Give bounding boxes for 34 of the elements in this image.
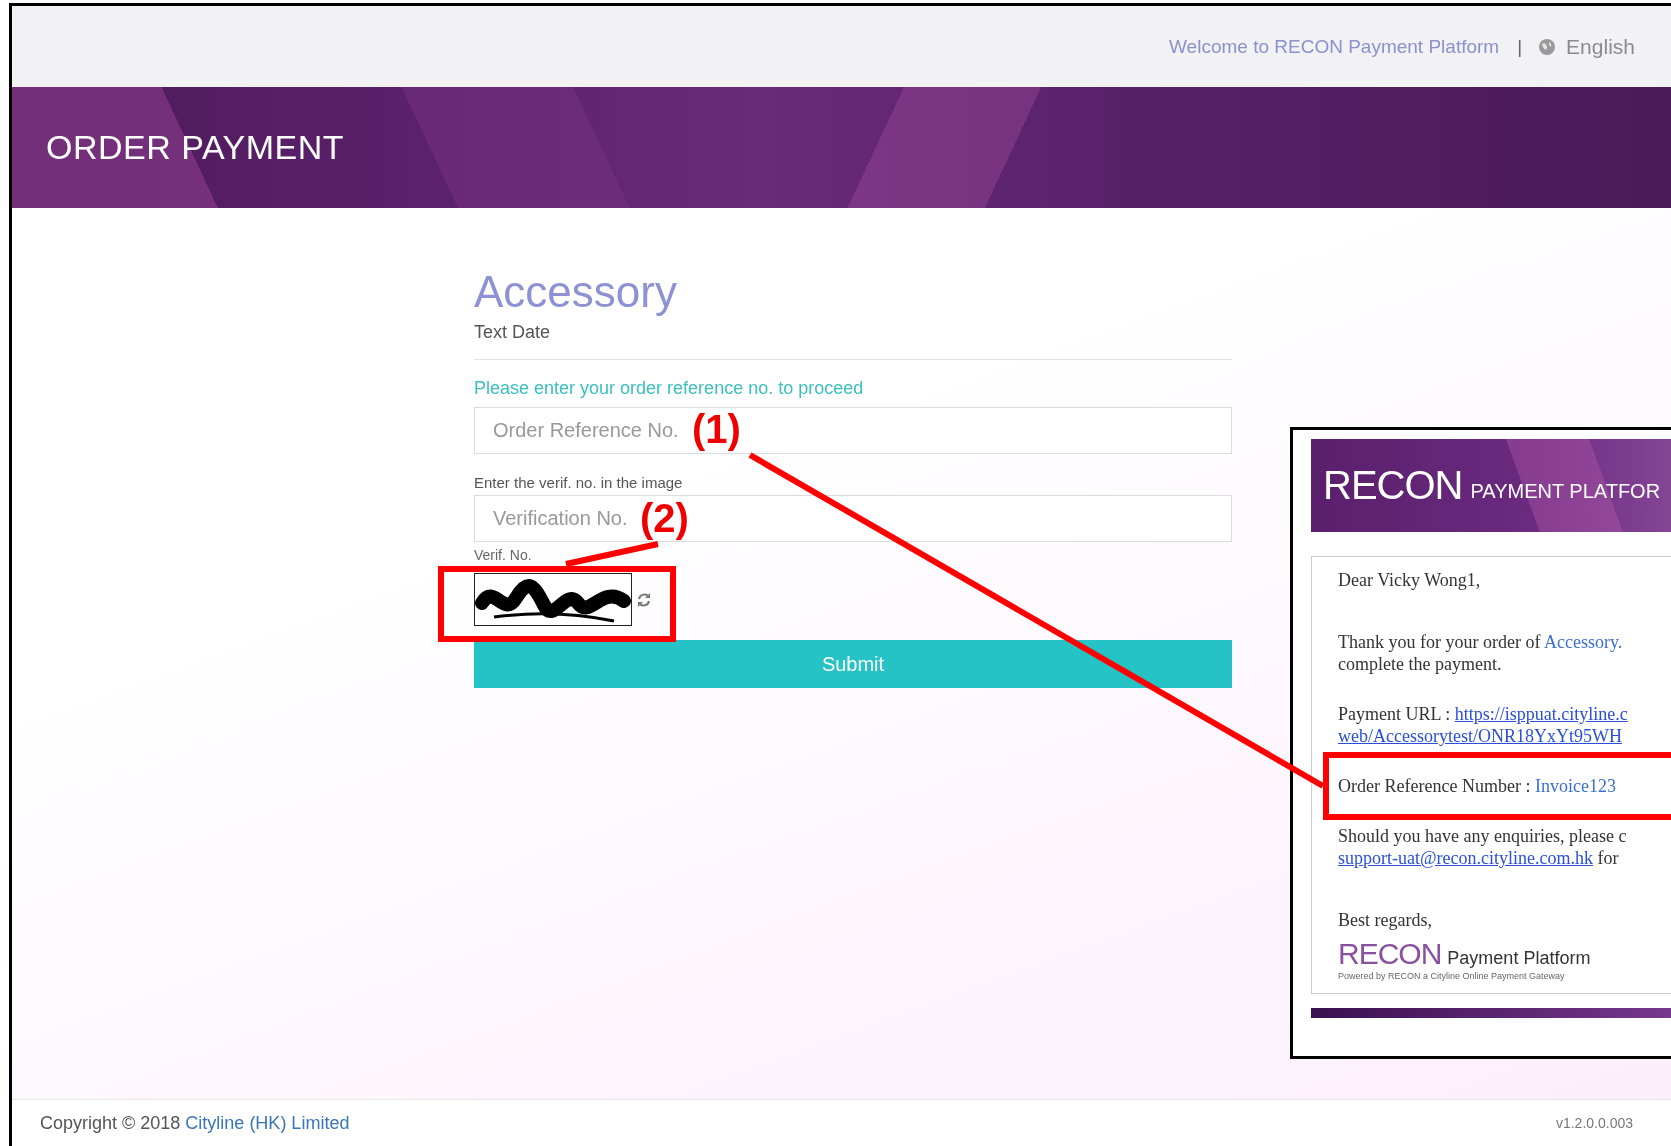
callout-number: (2) bbox=[640, 496, 689, 541]
support-email-link[interactable]: support-uat@recon.cityline.com.hk bbox=[1338, 848, 1593, 868]
email-text: support-uat@recon.cityline.com.hk for bbox=[1338, 847, 1620, 869]
globe-icon bbox=[1538, 37, 1557, 56]
recon-logo: RECON bbox=[1338, 937, 1442, 971]
welcome-text: Welcome to RECON Payment Platform bbox=[1169, 35, 1500, 58]
page-title: ORDER PAYMENT bbox=[46, 128, 345, 167]
company-link[interactable]: Cityline (HK) Limited bbox=[185, 1112, 350, 1133]
email-text: Payment URL : https://isppuat.cityline.c bbox=[1338, 703, 1629, 725]
recon-logo: RECON bbox=[1323, 463, 1463, 508]
email-text: Should you have any enquiries, please c bbox=[1338, 825, 1628, 847]
email-text: Order Reference Number : Invoice123 bbox=[1338, 775, 1617, 797]
product-link[interactable]: Accessory. bbox=[1543, 632, 1623, 652]
powered-by-text: Powered by RECON a Cityline Online Payment Gateway bbox=[1338, 971, 1566, 981]
email-text: complete the payment. bbox=[1338, 653, 1503, 675]
product-title: Accessory bbox=[474, 268, 678, 317]
logo-tagline: PAYMENT PLATFOR bbox=[1470, 480, 1661, 503]
email-text: Best regards, bbox=[1338, 909, 1433, 931]
callout-number: (1) bbox=[692, 407, 741, 452]
payment-url-link[interactable]: https://isppuat.cityline.c bbox=[1454, 704, 1628, 724]
email-text: Thank you for your order of Accessory. bbox=[1338, 631, 1624, 653]
captcha-label: Verif. No. bbox=[474, 548, 532, 564]
instruction-text: Please enter your order reference no. to proceed bbox=[474, 378, 865, 400]
refresh-icon bbox=[636, 590, 652, 609]
field-label: Enter the verif. no. in the image bbox=[474, 474, 684, 492]
email-greeting: Dear Vicky Wong1, bbox=[1338, 569, 1482, 591]
copyright-text: Copyright © 2018 Cityline (HK) Limited bbox=[40, 1112, 350, 1134]
product-subtitle: Text Date bbox=[474, 322, 552, 344]
payment-url-link[interactable]: web/Accessorytest/ONR18YxYt95WH bbox=[1338, 725, 1671, 747]
language-selector[interactable]: English bbox=[1538, 34, 1635, 59]
version-text: v1.2.0.0.003 bbox=[1555, 1115, 1633, 1131]
order-reference-value: Invoice123 bbox=[1534, 776, 1616, 796]
separator: | bbox=[1517, 35, 1523, 58]
logo-tagline: Payment Platform bbox=[1447, 948, 1591, 969]
